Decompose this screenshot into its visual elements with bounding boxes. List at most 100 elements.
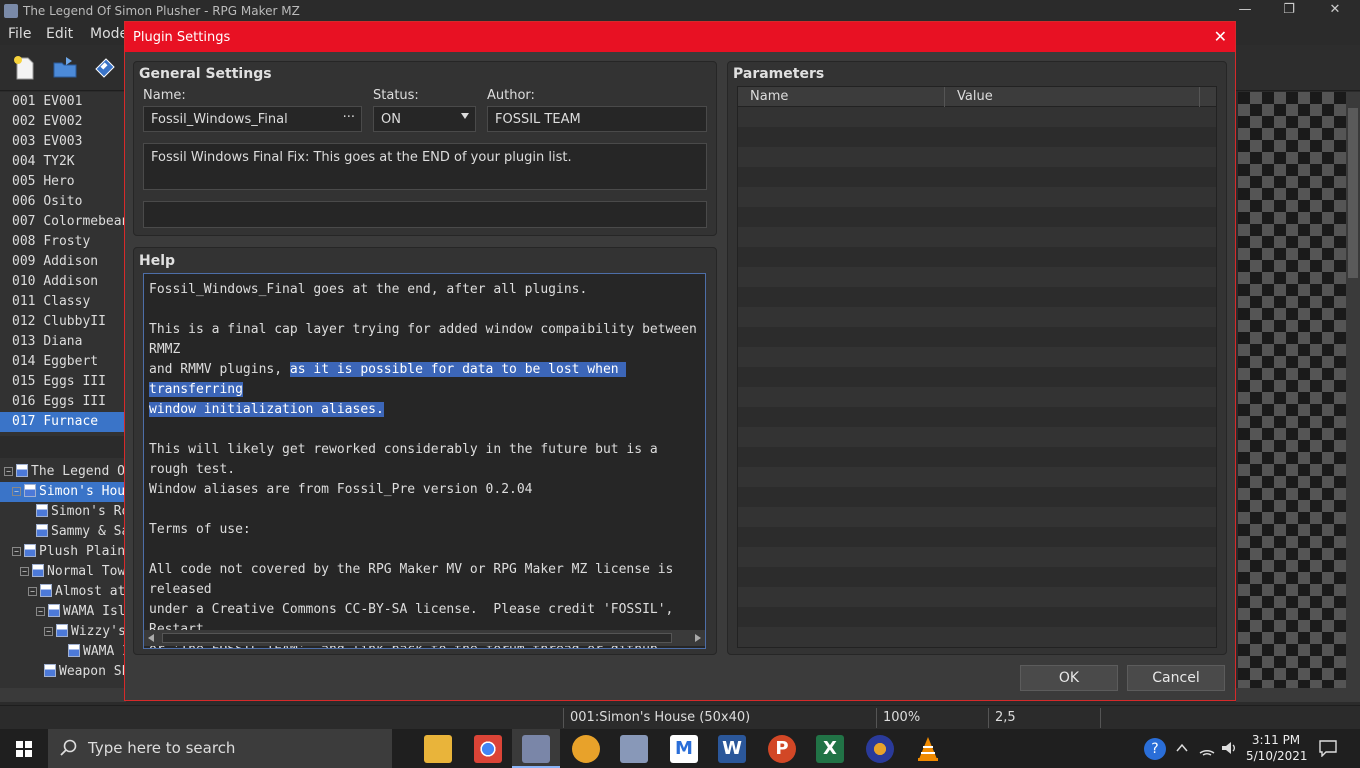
minimize-button[interactable]: —: [1222, 2, 1268, 22]
event-name: Addison: [43, 274, 99, 289]
plugin-url-field[interactable]: [143, 201, 707, 228]
map-tree-horizontal-scrollbar[interactable]: [0, 688, 126, 702]
windows-taskbar: Type here to search M W P X ? 3:11 PM 5/…: [0, 729, 1360, 768]
parameters-table[interactable]: Name Value: [737, 86, 1217, 648]
collapse-toggle-icon[interactable]: −: [44, 627, 53, 636]
menu-mode[interactable]: Mode: [90, 26, 128, 42]
collapse-toggle-icon[interactable]: −: [4, 467, 13, 476]
map-horizontal-scrollbar[interactable]: [1236, 688, 1360, 702]
clock-date: 5/10/2021: [1246, 749, 1308, 763]
search-icon: [60, 739, 77, 756]
volume-icon[interactable]: [1220, 739, 1238, 757]
event-list-item[interactable]: 017 Furnace: [0, 412, 126, 432]
powerpoint-icon[interactable]: P: [768, 735, 796, 763]
map-vertical-scrollbar[interactable]: [1346, 92, 1360, 688]
rpg-maker-taskbar-icon[interactable]: [522, 735, 550, 763]
windows-start-icon[interactable]: [0, 729, 48, 768]
browse-plugin-button[interactable]: ···: [343, 110, 355, 125]
event-name: TY2K: [43, 154, 75, 169]
map-tree-item[interactable]: − WAMA Isl: [0, 602, 126, 622]
chevron-up-icon[interactable]: [1176, 743, 1188, 753]
blender-icon[interactable]: [866, 735, 894, 763]
close-window-button[interactable]: ✕: [1312, 2, 1358, 22]
map-tree-item[interactable]: − Wizzy's: [0, 622, 126, 642]
map-tree-item[interactable]: − Simon's Hou: [0, 482, 126, 502]
taskbar-search-box[interactable]: Type here to search: [48, 729, 392, 768]
event-list-item[interactable]: 009 Addison: [0, 252, 126, 272]
maximize-button[interactable]: ❐: [1266, 2, 1312, 22]
map-tree-item[interactable]: − Almost at: [0, 582, 126, 602]
map-icon: [48, 604, 60, 617]
column-header-value[interactable]: Value: [945, 87, 1200, 107]
event-name: Furnace: [43, 414, 99, 429]
event-list-item[interactable]: 004 TY2K: [0, 152, 126, 172]
map-tree-item[interactable]: Sammy & Sa: [0, 522, 126, 542]
game-sun-icon[interactable]: [572, 735, 600, 763]
event-list-item[interactable]: 008 Frosty: [0, 232, 126, 252]
help-line-1: Fossil_Windows_Final goes at the end, af…: [149, 282, 588, 297]
help-horizontal-scrollbar[interactable]: [144, 630, 705, 646]
event-list-item[interactable]: 013 Diana: [0, 332, 126, 352]
notification-icon[interactable]: [1318, 739, 1338, 757]
status-coords: 2,5: [995, 710, 1016, 725]
scroll-right-icon[interactable]: [695, 634, 701, 642]
event-list-item[interactable]: 016 Eggs III: [0, 392, 126, 412]
collapse-toggle-icon[interactable]: −: [20, 567, 29, 576]
map-tree-item[interactable]: − Normal Tow: [0, 562, 126, 582]
taskbar-clock[interactable]: 3:11 PM 5/10/2021: [1246, 732, 1308, 764]
event-list-item[interactable]: 010 Addison: [0, 272, 126, 292]
column-header-name[interactable]: Name: [738, 87, 945, 107]
event-list-item[interactable]: 007 Colormebeani: [0, 212, 126, 232]
map-name: The Legend O: [31, 464, 125, 479]
help-paragraph-3: This will likely get reworked considerab…: [149, 442, 658, 497]
event-list-item[interactable]: 011 Classy: [0, 292, 126, 312]
map-canvas[interactable]: [1238, 92, 1346, 688]
scroll-left-icon[interactable]: [148, 634, 154, 642]
save-project-icon[interactable]: [92, 55, 118, 81]
map-tree-item[interactable]: Weapon Sh: [0, 662, 126, 682]
map-icon: [56, 624, 68, 637]
author-field[interactable]: FOSSIL TEAM: [487, 106, 707, 132]
dialog-close-button[interactable]: ✕: [1214, 27, 1227, 46]
word-icon[interactable]: W: [718, 735, 746, 763]
help-scroll-thumb[interactable]: [162, 633, 672, 643]
vlc-icon[interactable]: [914, 735, 942, 763]
map-tree-item[interactable]: Simon's Ro: [0, 502, 126, 522]
plugin-description-field[interactable]: Fossil Windows Final Fix: This goes at t…: [143, 143, 707, 190]
menu-file[interactable]: File: [8, 26, 31, 42]
wifi-icon[interactable]: [1198, 739, 1216, 757]
collapse-toggle-icon[interactable]: −: [12, 487, 21, 496]
event-list-item[interactable]: 014 Eggbert: [0, 352, 126, 372]
collapse-toggle-icon[interactable]: −: [12, 547, 21, 556]
help-text-area[interactable]: Fossil_Windows_Final goes at the end, af…: [143, 273, 706, 649]
dropdown-arrow-icon: [461, 113, 469, 119]
event-list-item[interactable]: 006 Osito: [0, 192, 126, 212]
status-value: ON: [381, 112, 401, 127]
excel-icon[interactable]: X: [816, 735, 844, 763]
status-dropdown[interactable]: ON: [373, 106, 476, 132]
help-tray-icon[interactable]: ?: [1144, 738, 1166, 760]
collapse-toggle-icon[interactable]: −: [36, 607, 45, 616]
event-list-item[interactable]: 002 EV002: [0, 112, 126, 132]
map-name: Almost at: [55, 584, 126, 599]
event-list-item[interactable]: 015 Eggs III: [0, 372, 126, 392]
ok-button[interactable]: OK: [1020, 665, 1118, 691]
menu-edit[interactable]: Edit: [46, 26, 73, 42]
new-project-icon[interactable]: [12, 55, 38, 81]
event-list-item[interactable]: 001 EV001: [0, 92, 126, 112]
map-tree-item[interactable]: − The Legend O: [0, 462, 126, 482]
open-project-icon[interactable]: [52, 55, 78, 81]
collapse-toggle-icon[interactable]: −: [28, 587, 37, 596]
m-app-icon[interactable]: M: [670, 735, 698, 763]
plugin-name-field[interactable]: Fossil_Windows_Final ···: [143, 106, 362, 132]
map-tree-item[interactable]: − Plush Plain: [0, 542, 126, 562]
general-settings-title: General Settings: [139, 66, 272, 82]
file-explorer-icon[interactable]: [424, 735, 452, 763]
event-list-item[interactable]: 003 EV003: [0, 132, 126, 152]
event-list-item[interactable]: 012 ClubbyII: [0, 312, 126, 332]
map-tree-item[interactable]: WAMA I: [0, 642, 126, 662]
editor-app-icon[interactable]: [620, 735, 648, 763]
cancel-button[interactable]: Cancel: [1127, 665, 1225, 691]
chrome-icon[interactable]: [474, 735, 502, 763]
event-list-item[interactable]: 005 Hero: [0, 172, 126, 192]
